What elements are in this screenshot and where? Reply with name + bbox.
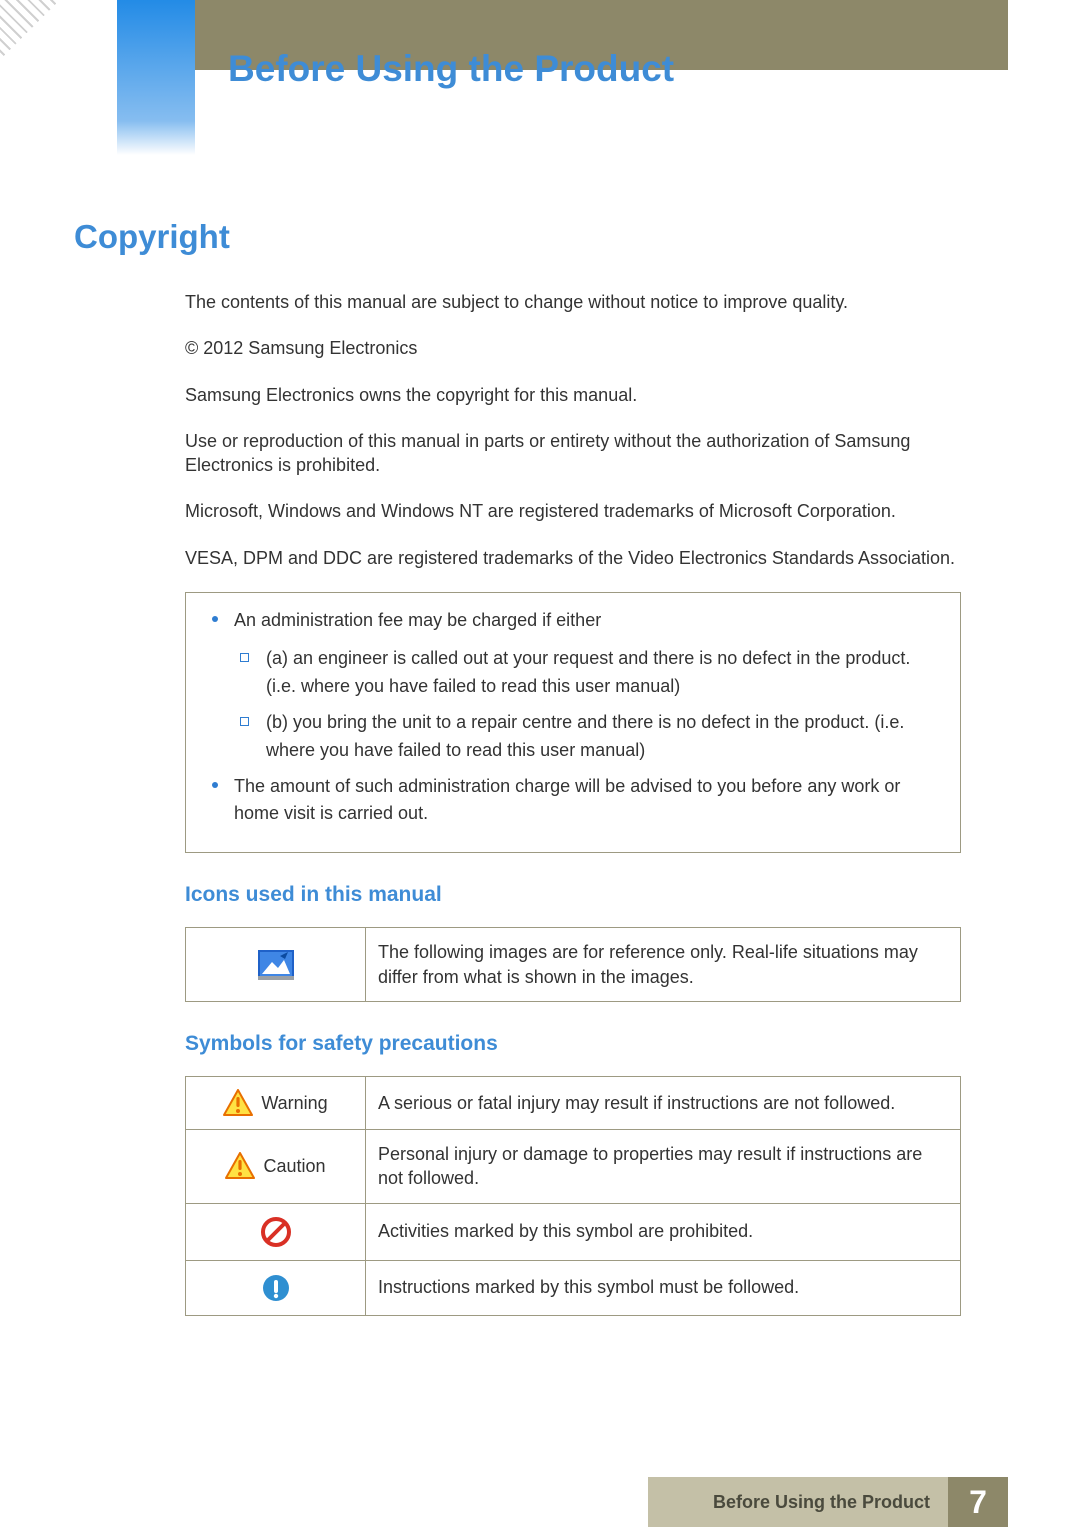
prohibited-circle-icon [260,1216,292,1248]
warning-description: A serious or fatal injury may result if … [366,1076,961,1129]
paragraph: VESA, DPM and DDC are registered tradema… [185,546,961,570]
footer-page-number: 7 [948,1477,1008,1527]
caution-description: Personal injury or damage to properties … [366,1129,961,1203]
warning-cell: Warning [186,1076,366,1129]
list-item: The amount of such administration charge… [204,773,942,829]
decorative-corner-stripes [0,0,60,60]
table-row: Activities marked by this symbol are pro… [186,1203,961,1260]
list-item: (a) an engineer is called out at your re… [204,645,942,701]
subheading-icons-used: Icons used in this manual [185,883,961,907]
reference-image-icon [258,950,294,980]
warning-triangle-icon [223,1089,253,1117]
must-follow-cell [186,1260,366,1315]
caution-label: Caution [263,1154,325,1178]
reference-image-icon-cell [186,928,366,1002]
table-row: Caution Personal injury or damage to pro… [186,1129,961,1203]
warning-label: Warning [261,1091,327,1115]
paragraph: Samsung Electronics owns the copyright f… [185,383,961,407]
table-row: Warning A serious or fatal injury may re… [186,1076,961,1129]
paragraph: The contents of this manual are subject … [185,290,961,314]
must-follow-info-icon [261,1273,291,1303]
icons-used-table: The following images are for reference o… [185,927,961,1002]
subheading-safety-symbols: Symbols for safety precautions [185,1032,961,1056]
admin-fee-note-box: An administration fee may be charged if … [185,592,961,853]
list-item: An administration fee may be charged if … [204,607,942,635]
caution-triangle-icon [225,1152,255,1180]
prohibited-description: Activities marked by this symbol are pro… [366,1203,961,1260]
caution-cell: Caution [186,1129,366,1203]
prohibited-cell [186,1203,366,1260]
safety-symbols-table: Warning A serious or fatal injury may re… [185,1076,961,1316]
section-heading-copyright: Copyright [74,218,230,256]
footer-chapter-label: Before Using the Product [648,1477,948,1527]
page: Before Using the Product Copyright The c… [0,0,1080,1527]
chapter-tab [117,0,195,155]
paragraph: Use or reproduction of this manual in pa… [185,429,961,478]
table-row: Instructions marked by this symbol must … [186,1260,961,1315]
content-area: The contents of this manual are subject … [185,290,961,1316]
reference-image-description: The following images are for reference o… [366,928,961,1002]
paragraph: Microsoft, Windows and Windows NT are re… [185,499,961,523]
table-row: The following images are for reference o… [186,928,961,1002]
must-follow-description: Instructions marked by this symbol must … [366,1260,961,1315]
paragraph: © 2012 Samsung Electronics [185,336,961,360]
footer: Before Using the Product 7 [0,1477,1080,1527]
list-item: (b) you bring the unit to a repair centr… [204,709,942,765]
chapter-title: Before Using the Product [228,48,674,90]
